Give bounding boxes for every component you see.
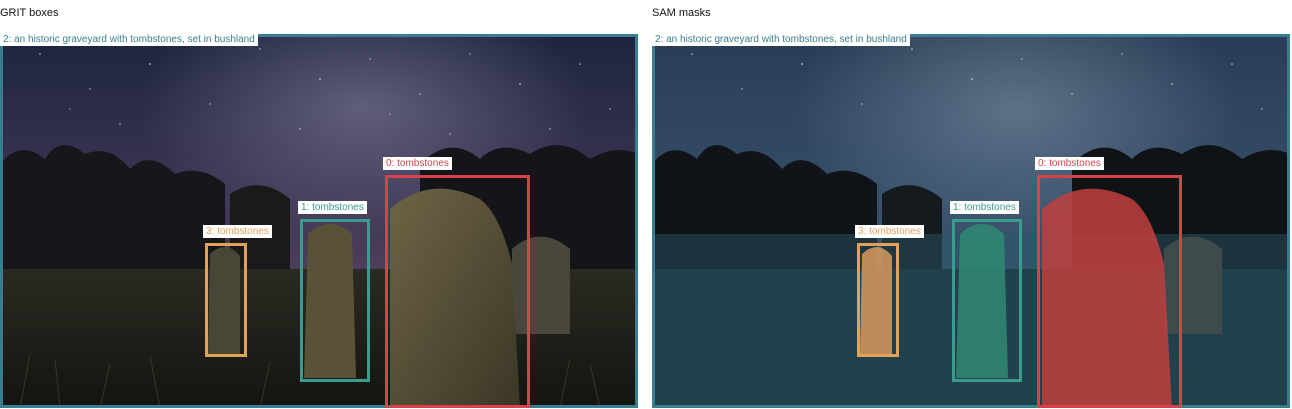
region-label-1: 1: tombstones <box>298 201 367 214</box>
region-label-3: 3: tombstones <box>203 225 272 238</box>
panel-title: SAM masks <box>652 7 711 19</box>
region-box-3 <box>857 243 899 357</box>
region-box-0 <box>385 175 530 408</box>
region-label-0: 0: tombstones <box>1035 157 1104 170</box>
sam-masks-panel: SAM masks 2: an historic graveyard with … <box>652 0 1292 409</box>
region-label-2: 2: an historic graveyard with tombstones… <box>652 33 910 46</box>
graveyard-photo <box>0 34 638 408</box>
region-box-0 <box>1037 175 1182 408</box>
region-label-3: 3: tombstones <box>855 225 924 238</box>
panel-title: GRIT boxes <box>0 7 59 19</box>
region-box-1 <box>300 219 370 382</box>
graveyard-photo-masked <box>652 34 1290 408</box>
region-label-0: 0: tombstones <box>383 157 452 170</box>
grit-boxes-panel: GRIT boxes 2: an historic graveyard with… <box>0 0 640 409</box>
region-label-1: 1: tombstones <box>950 201 1019 214</box>
region-box-3 <box>205 243 247 357</box>
region-label-2: 2: an historic graveyard with tombstones… <box>0 33 258 46</box>
region-box-1 <box>952 219 1022 382</box>
